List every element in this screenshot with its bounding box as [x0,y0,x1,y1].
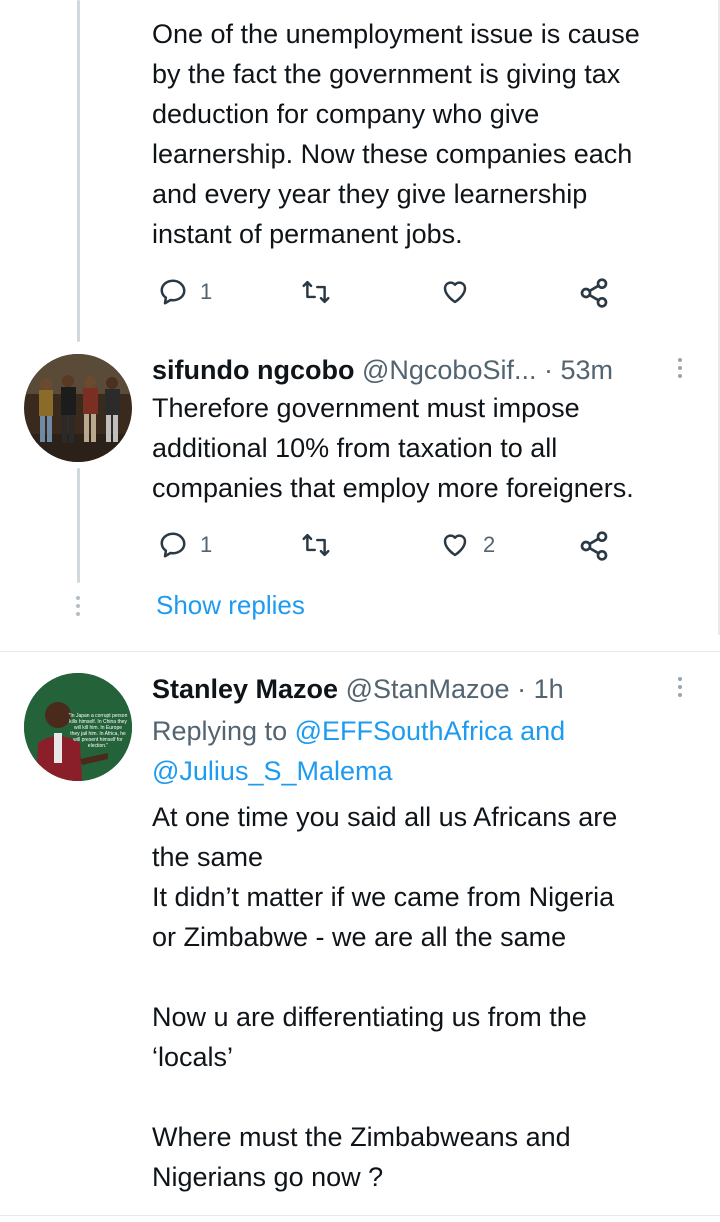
divider [0,651,720,652]
reply-icon [160,532,186,558]
text-line: instant of permanent jobs. [152,219,463,249]
user-handle[interactable]: @NgcoboSif... [362,355,537,385]
replying-to: Replying to @EFFSouthAfrica and [152,711,565,751]
svg-text:election.": election." [88,743,109,749]
text-line: by the fact the government is giving tax [152,59,621,89]
text-line: companies that employ more foreigners. [152,473,634,503]
thread-line [77,468,80,583]
tweet-text: One of the unemployment issue is cause b… [152,14,640,254]
timestamp[interactable]: · 1h [517,674,564,704]
text-line: One of the unemployment issue is cause [152,19,640,49]
display-name[interactable]: Stanley Mazoe [152,674,338,704]
avatar-image: "In Japan a corrupt person kills himself… [24,673,132,781]
replying-to-second: @Julius_S_Malema [152,751,393,791]
reply-count: 1 [200,279,213,304]
text-line: Nigerians go now ? [152,1162,384,1192]
show-replies-link[interactable]: Show replies [156,590,305,621]
avatar[interactable]: "In Japan a corrupt person kills himself… [24,673,132,781]
thread-ellipsis-icon [76,596,80,616]
retweet-button[interactable] [300,277,332,307]
replying-and: and [520,716,566,746]
display-name[interactable]: sifundo ngcobo [152,355,354,385]
reply-count: 1 [200,532,213,557]
text-line: Therefore government must impose [152,393,580,423]
share-button[interactable] [578,277,610,309]
text-line: Now u are differentiating us from the [152,1002,587,1032]
text-line: and every year they give learnership [152,179,588,209]
retweet-button[interactable] [300,530,332,560]
heart-icon [443,281,467,304]
text-line: the same [152,842,264,872]
share-icon [580,278,608,308]
text-line: It didn’t matter if we came from Nigeria [152,882,615,912]
replying-to-label: Replying to [152,716,288,746]
like-count: 2 [483,532,496,557]
text-line: learnership. Now these companies each [152,139,633,169]
avatar-image [24,354,132,462]
text-line: or Zimbabwe - we are all the same [152,922,567,952]
retweet-icon [302,280,330,304]
tweet-text: Therefore government must impose additio… [152,388,634,508]
text-line: ‘locals’ [152,1042,234,1072]
share-button[interactable] [578,530,610,562]
like-button[interactable] [439,277,471,307]
text-line: At one time you said all us Africans are [152,802,618,832]
text-line: deduction for company who give [152,99,540,129]
text-line: additional 10% from taxation to all [152,433,558,463]
mention-link[interactable]: @Julius_S_Malema [152,756,393,786]
more-options-icon[interactable] [675,358,685,378]
divider [0,1215,720,1216]
mention-link[interactable]: @EFFSouthAfrica [295,716,513,746]
retweet-icon [302,533,330,557]
avatar[interactable] [24,354,132,462]
user-handle[interactable]: @StanMazoe [346,674,510,704]
like-button[interactable]: 2 [439,530,495,560]
tweet-text: At one time you said all us Africans are… [152,797,617,1197]
reply-icon [160,279,186,305]
reply-button[interactable]: 1 [158,530,212,560]
thread-line [77,0,80,342]
reply-button[interactable]: 1 [158,277,212,307]
text-line: Where must the Zimbabweans and [152,1122,571,1152]
share-icon [580,531,608,561]
timestamp[interactable]: · 53m [544,355,613,385]
text-line [152,957,617,997]
more-options-icon[interactable] [675,677,685,697]
text-line [152,1077,617,1117]
heart-icon [443,534,467,557]
tweet-header: sifundo ngcobo @NgcoboSif... · 53m [152,352,613,388]
tweet-header: Stanley Mazoe @StanMazoe · 1h [152,671,564,707]
